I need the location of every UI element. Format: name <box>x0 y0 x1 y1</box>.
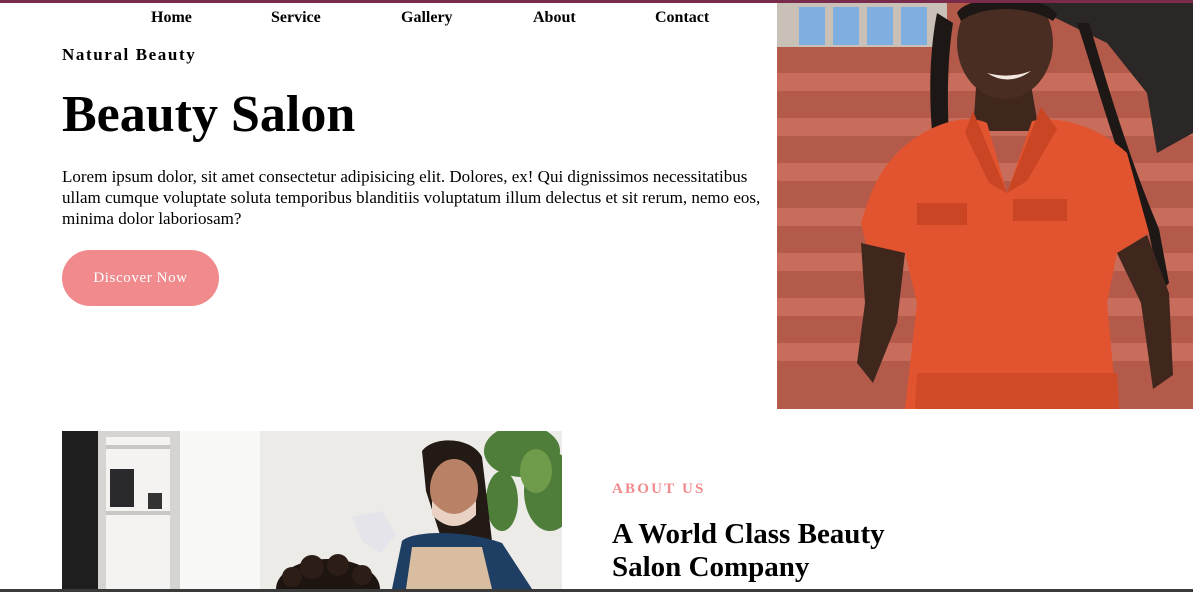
hero-eyebrow: Natural Beauty <box>62 45 197 64</box>
hero-title: Beauty Salon <box>62 86 356 143</box>
about-eyebrow: ABOUT US <box>612 481 706 497</box>
nav-service-link[interactable]: Service <box>271 9 321 27</box>
nav-gallery-link[interactable]: Gallery <box>401 9 453 27</box>
hero-description: Lorem ipsum dolor, sit amet consectetur … <box>62 167 761 228</box>
about-title: A World Class Beauty Salon Company <box>612 518 885 583</box>
nav-home-link[interactable]: Home <box>151 9 192 27</box>
hero-photo <box>777 3 1193 409</box>
nav-about-link[interactable]: About <box>533 9 576 27</box>
discover-now-button[interactable]: Discover Now <box>62 250 219 306</box>
salon-stylist-photo <box>62 431 562 589</box>
nav-contact-link[interactable]: Contact <box>655 9 709 27</box>
main-nav: Home Service Gallery About Contact <box>0 4 777 34</box>
